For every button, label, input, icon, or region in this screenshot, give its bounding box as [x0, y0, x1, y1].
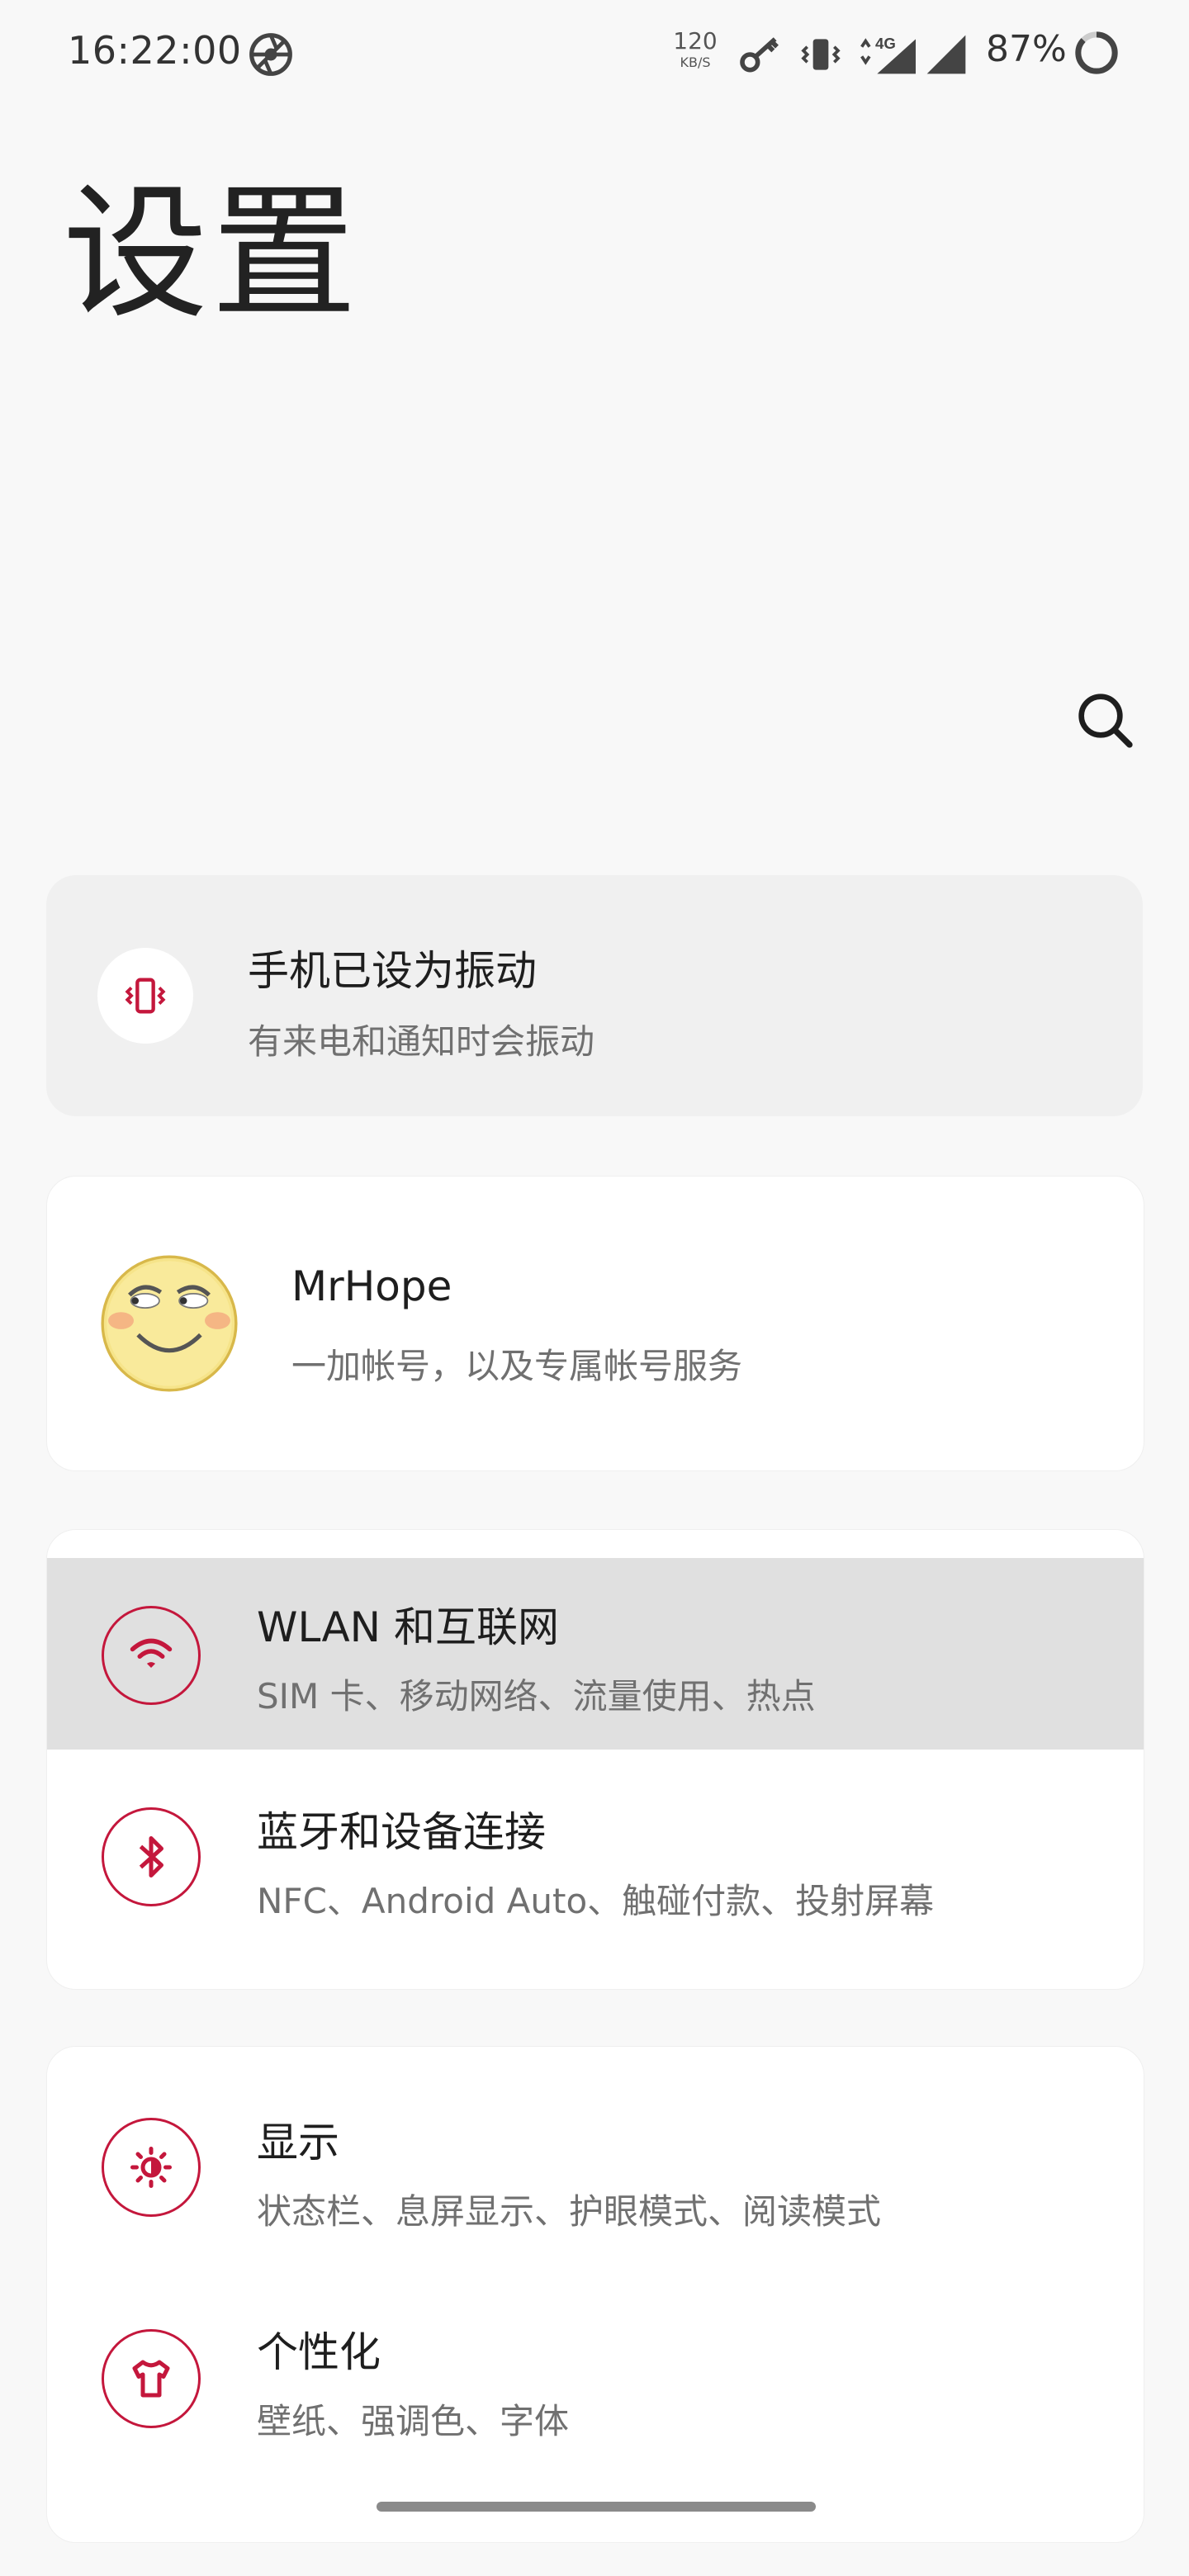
signal-icon: [926, 35, 966, 74]
bluetooth-icon: [102, 1807, 201, 1906]
wifi-icon: [102, 1606, 201, 1705]
mobile-signal-4g-icon: 4G: [860, 35, 916, 74]
status-bar: 16:22:00 120 KB/S 4G 87%: [0, 0, 1189, 106]
vibration-mode-card[interactable]: 手机已设为振动 有来电和通知时会振动: [46, 875, 1143, 1116]
avatar: [101, 1255, 238, 1392]
vibration-title: 手机已设为振动: [248, 947, 537, 995]
settings-group-connectivity: WLAN 和互联网 SIM 卡、移动网络、流量使用、热点 蓝牙和设备连接 NFC…: [46, 1529, 1144, 1990]
account-subtitle: 一加帐号，以及专属帐号服务: [291, 1346, 743, 1386]
settings-item-title: WLAN 和互联网: [257, 1603, 559, 1651]
net-speed: 120 KB/S: [670, 30, 720, 69]
settings-item-subtitle: NFC、Android Auto、触碰付款、投射屏幕: [257, 1881, 935, 1921]
settings-item-bluetooth[interactable]: 蓝牙和设备连接 NFC、Android Auto、触碰付款、投射屏幕: [47, 1750, 1144, 1961]
settings-item-wlan[interactable]: WLAN 和互联网 SIM 卡、移动网络、流量使用、热点: [47, 1558, 1144, 1750]
settings-item-title: 蓝牙和设备连接: [257, 1808, 546, 1856]
settings-item-title: 个性化: [257, 2328, 381, 2376]
page-title: 设置: [63, 169, 361, 339]
vibrate-icon: [97, 948, 193, 1044]
status-time: 16:22:00: [68, 28, 242, 73]
search-icon[interactable]: [1072, 687, 1138, 753]
tshirt-icon: [102, 2329, 201, 2428]
account-name: MrHope: [291, 1262, 452, 1310]
net-speed-unit: KB/S: [680, 54, 711, 70]
settings-item-subtitle: SIM 卡、移动网络、流量使用、热点: [257, 1676, 816, 1717]
battery-ring-icon: [1075, 31, 1118, 74]
settings-group-display: 显示 状态栏、息屏显示、护眼模式、阅读模式 个性化 壁纸、强调色、字体: [46, 2046, 1144, 2543]
settings-item-display[interactable]: 显示 状态栏、息屏显示、护眼模式、阅读模式: [47, 2047, 1144, 2258]
vibrate-icon: [801, 39, 841, 70]
settings-item-subtitle: 状态栏、息屏显示、护眼模式、阅读模式: [257, 2191, 882, 2232]
account-card[interactable]: MrHope 一加帐号，以及专属帐号服务: [46, 1176, 1144, 1471]
settings-item-title: 显示: [257, 2119, 339, 2166]
aperture-icon: [249, 33, 292, 76]
brightness-icon: [102, 2118, 201, 2217]
settings-item-personalization[interactable]: 个性化 壁纸、强调色、字体: [47, 2258, 1144, 2469]
network-type-label: 4G: [875, 35, 896, 52]
vibration-subtitle: 有来电和通知时会振动: [248, 1021, 595, 1062]
settings-item-subtitle: 壁纸、强调色、字体: [257, 2401, 570, 2441]
key-icon: [740, 37, 779, 73]
net-speed-value: 120: [673, 27, 718, 54]
battery-percent: 87%: [986, 28, 1067, 70]
gesture-nav-handle[interactable]: [377, 2502, 816, 2512]
